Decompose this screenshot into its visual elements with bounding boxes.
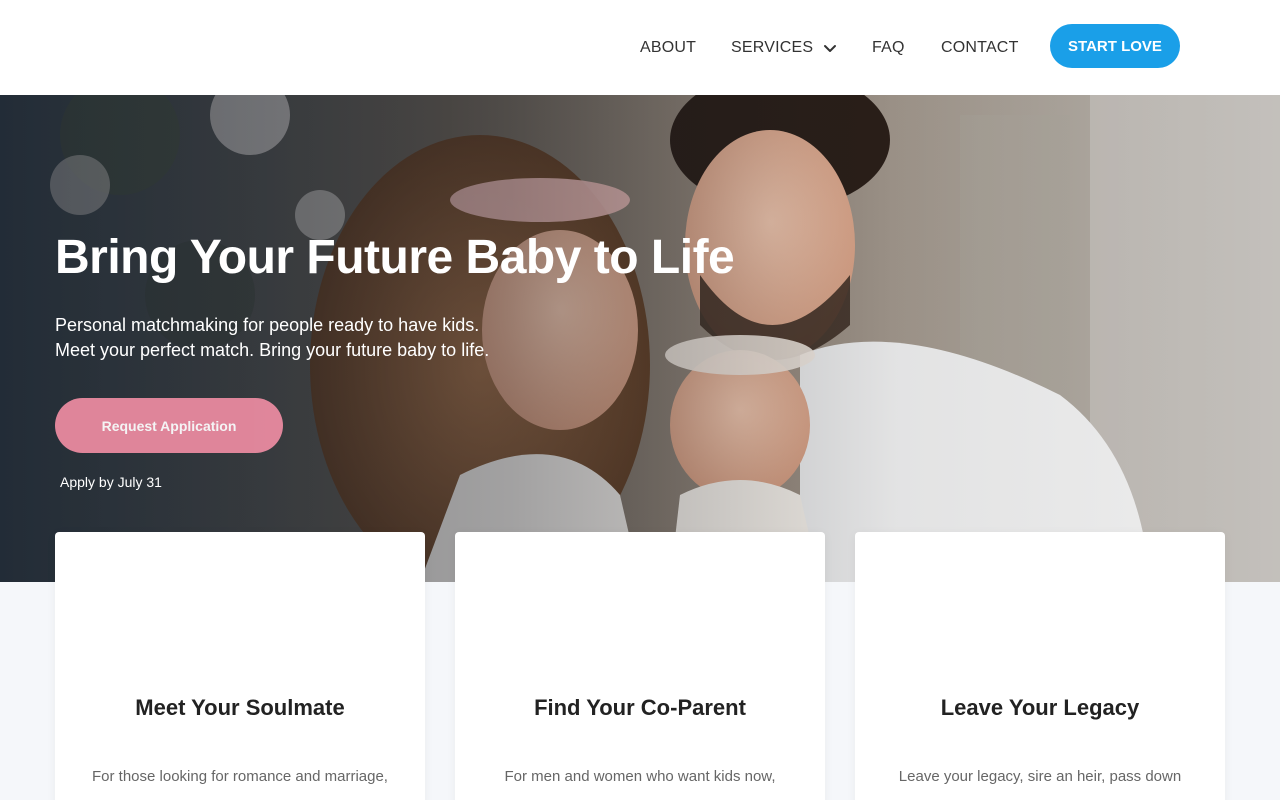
- card-title: Leave Your Legacy: [940, 695, 1140, 720]
- card-text: For men and women who want kids now,: [504, 768, 776, 785]
- nav-faq-link[interactable]: FAQ: [872, 39, 905, 57]
- chevron-down-icon: [824, 45, 837, 52]
- hero-subtitle-line-2: Meet your perfect match. Bring your futu…: [55, 340, 490, 360]
- feature-card-legacy: Leave Your Legacy Leave your legacy, sir…: [855, 532, 1225, 800]
- card-title: Meet Your Soulmate: [135, 695, 345, 720]
- card-title: Find Your Co-Parent: [534, 695, 746, 720]
- request-application-button[interactable]: Request Application: [55, 398, 283, 453]
- hero-title: Bring Your Future Baby to Life: [55, 231, 735, 284]
- hero-subtitle: Personal matchmaking for people ready to…: [55, 313, 489, 363]
- feature-card-co-parent: Find Your Co-Parent For men and women wh…: [455, 532, 825, 800]
- nav-services-label: SERVICES: [731, 39, 814, 56]
- site-header: ABOUT SERVICES FAQ CONTACT START LOVE: [0, 0, 1280, 95]
- hero-section: Bring Your Future Baby to Life Personal …: [0, 95, 1280, 582]
- start-love-button[interactable]: START LOVE: [1050, 24, 1180, 68]
- apply-deadline-note: Apply by July 31: [60, 474, 162, 490]
- nav-about-link[interactable]: ABOUT: [640, 39, 696, 57]
- card-text: For those looking for romance and marria…: [92, 768, 388, 785]
- card-text: Leave your legacy, sire an heir, pass do…: [898, 768, 1182, 785]
- nav-contact-link[interactable]: CONTACT: [941, 39, 1019, 57]
- hero-subtitle-line-1: Personal matchmaking for people ready to…: [55, 315, 480, 335]
- feature-card-soulmate: Meet Your Soulmate For those looking for…: [55, 532, 425, 800]
- nav-services-link[interactable]: SERVICES: [731, 39, 837, 57]
